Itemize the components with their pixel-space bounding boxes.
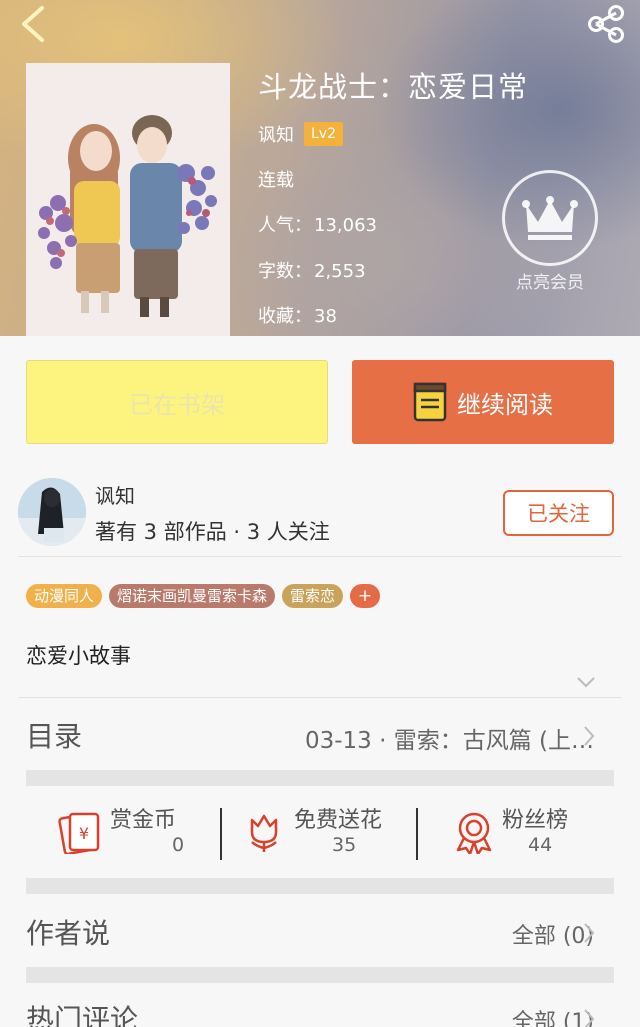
stat-value: 38 [314,306,337,327]
stat-label: 字数： [258,261,312,282]
word-count-stat: 字数： 2,553 [258,257,366,283]
vip-circle [502,170,598,266]
avatar-image [18,478,86,546]
tag-item[interactable]: 动漫同人 [26,584,103,608]
hot-comments-link: 全部 (1) [511,1010,594,1027]
author-says-link: 全部 (0) [511,924,594,949]
section-separator [26,770,614,786]
serial-status: 连载 [258,170,294,191]
author-name-header[interactable]: 讽知 [258,121,294,147]
red-envelope-icon: ¥ [58,812,100,854]
chevron-down-icon[interactable] [576,676,596,688]
fan-ranking[interactable]: 粉丝榜 44 [454,802,614,864]
avatar[interactable] [18,478,86,546]
follow-button[interactable]: 已关注 [503,490,614,536]
svg-text:¥: ¥ [79,824,89,843]
on-shelf-button[interactable]: 已在书架 [26,360,328,444]
vip-label: 点亮会员 [516,273,584,293]
reward-stats: ¥ 赏金币 0 免费送花 35 粉丝榜 44 [26,802,614,864]
author-name[interactable]: 讽知 [95,480,135,509]
book-cover[interactable] [26,63,230,336]
stat-label: 收藏： [258,306,312,327]
tag-item[interactable]: 雷索恋 [282,584,344,608]
divider [18,556,622,557]
reward-label: 粉丝榜 [502,808,569,833]
stat-label: 人气： [258,215,312,236]
book-icon [413,382,447,422]
section-separator [26,878,614,894]
crown-icon [522,196,578,240]
continue-reading-button[interactable]: 继续阅读 [352,360,614,444]
book-header: 斗龙战士：恋爱日常 讽知 Lv2 连载 人气： 13,063 字数： 2,553 收… [0,0,640,336]
continue-reading-label: 继续阅读 [457,390,553,419]
tag-list: 动漫同人 熠诺末画凯曼雷索卡森 雷索恋 + [26,584,381,608]
chevron-right-icon [584,726,595,746]
reward-label: 赏金币 [110,808,177,833]
medal-icon [456,812,492,854]
flower-icon [250,814,278,852]
back-arrow-icon[interactable] [14,4,54,44]
stat-value: 13,063 [314,215,377,236]
author-says-title: 作者说 [26,917,111,950]
follow-label: 已关注 [527,502,590,526]
favorites-stat: 收藏： 38 [258,302,337,328]
divider [220,808,222,860]
share-icon[interactable] [584,4,628,44]
book-summary: 恋爱小故事 [26,644,131,668]
section-separator [26,967,614,983]
on-shelf-label: 已在书架 [129,390,225,419]
book-title: 斗龙战士：恋爱日常 [258,70,529,104]
divider [416,808,418,860]
author-line: 讽知 Lv2 [258,121,343,147]
cover-illustration [26,63,230,336]
author-stats: 著有 3 部作品 · 3 人关注 [95,520,330,544]
reward-value: 0 [172,834,185,856]
popularity-stat: 人气： 13,063 [258,211,377,237]
reward-label: 免费送花 [294,808,383,833]
vip-button[interactable]: 点亮会员 [500,170,600,293]
add-tag-button[interactable]: + [350,584,381,608]
level-badge: Lv2 [304,122,343,146]
chevron-right-icon [584,923,595,943]
gold-coin-reward[interactable]: ¥ 赏金币 0 [58,802,218,864]
reward-value: 44 [528,834,553,856]
stat-value: 2,553 [314,261,366,282]
reward-value: 35 [332,834,357,856]
tag-item[interactable]: 熠诺末画凯曼雷索卡森 [109,584,276,608]
catalog-title: 目录 [26,720,83,753]
latest-chapter: 03-13 · 雷索：古风篇 (上… [304,728,594,754]
author-card: 讽知 著有 3 部作品 · 3 人关注 已关注 [0,470,640,556]
divider [18,697,622,698]
chevron-right-icon [584,1009,595,1027]
send-flower-reward[interactable]: 免费送花 35 [246,802,426,864]
hot-comments-title: 热门评论 [26,1003,139,1027]
